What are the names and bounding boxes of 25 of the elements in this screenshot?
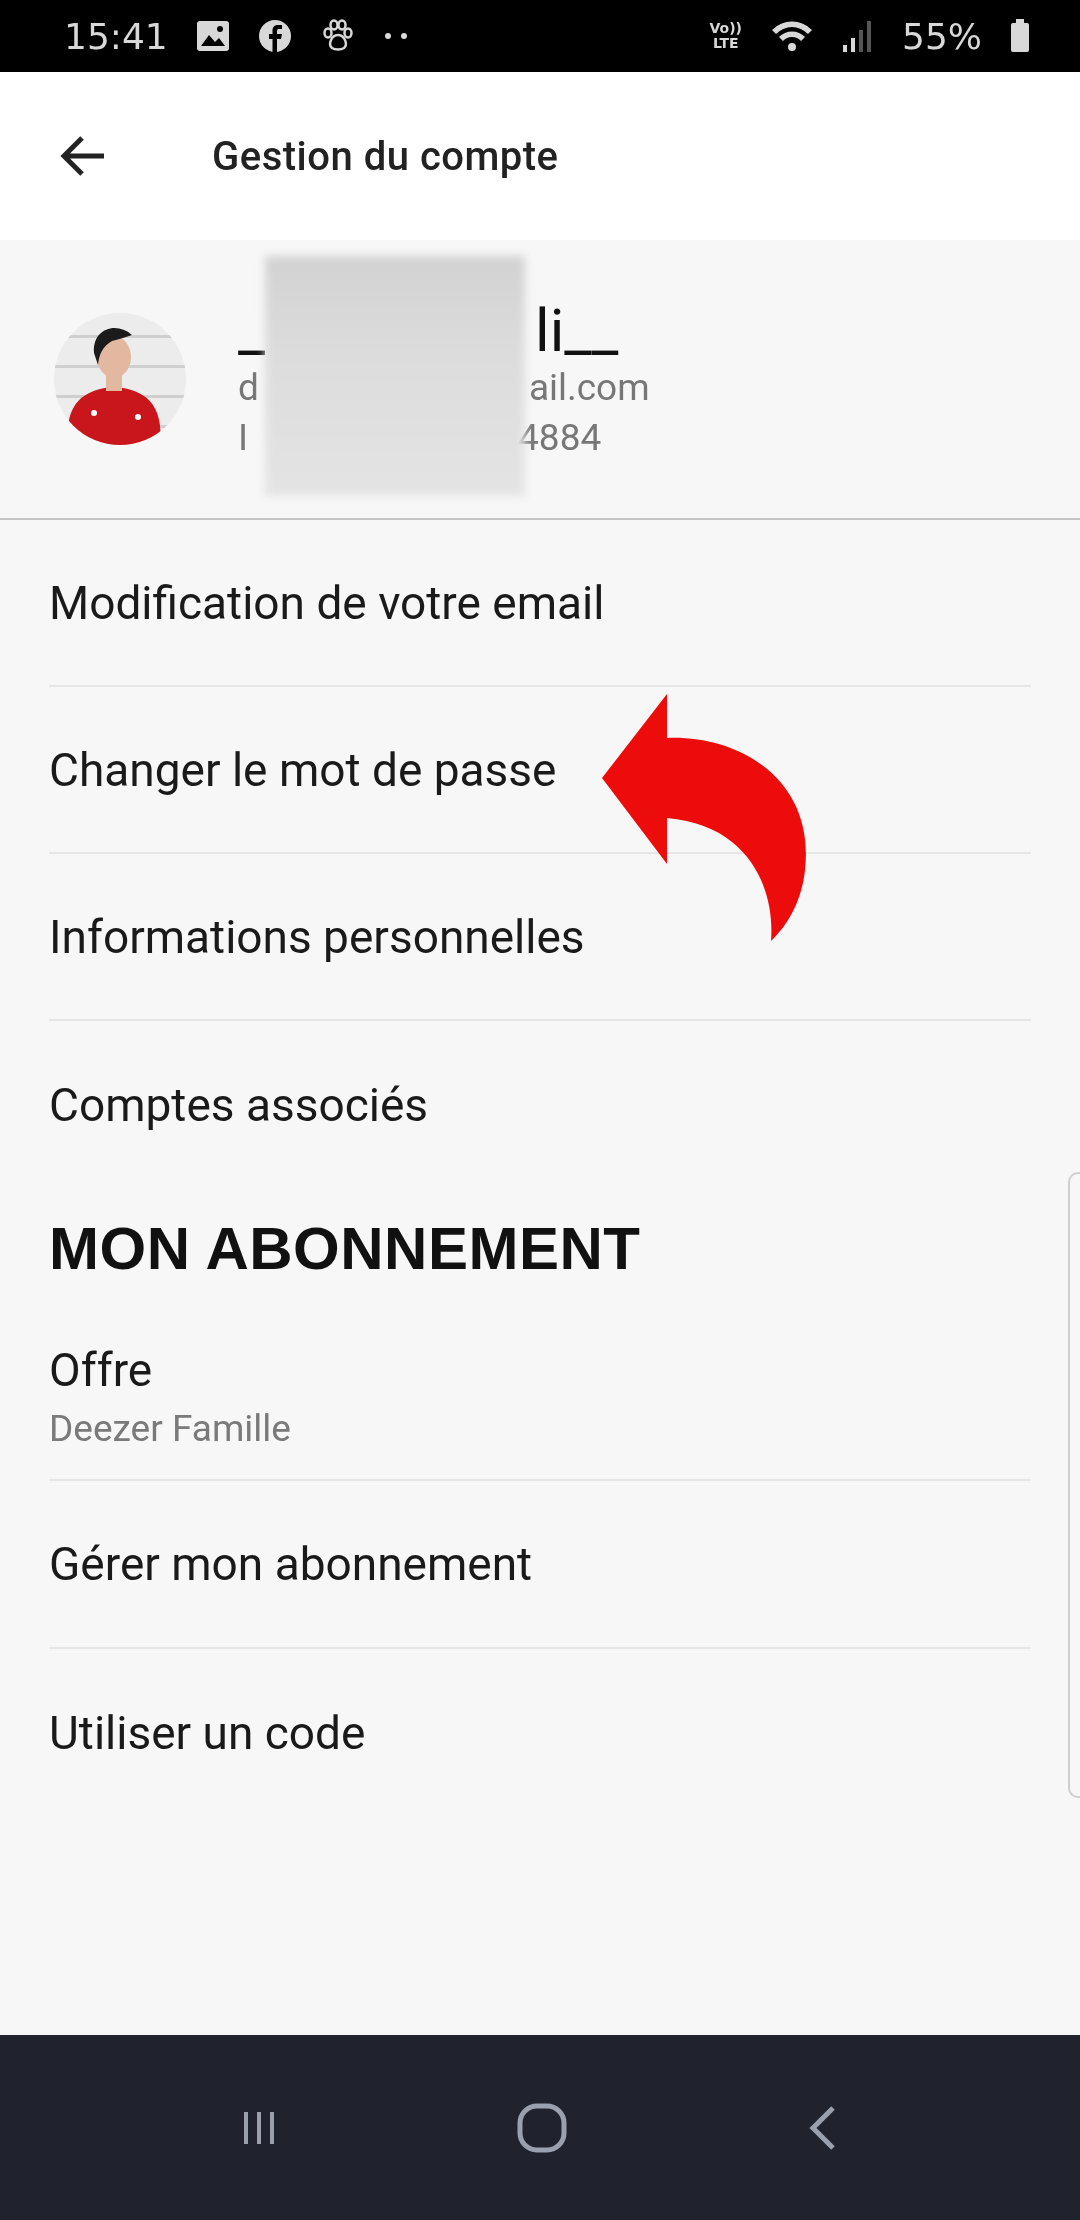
more-dots-icon xyxy=(383,32,408,40)
user-id-start: I xyxy=(238,415,249,461)
volte-label: Vo)) xyxy=(709,21,742,36)
menu-item[interactable]: Modification de votre email xyxy=(49,520,1031,687)
home-button[interactable] xyxy=(516,2101,568,2154)
wifi-icon xyxy=(770,19,814,53)
menu-item[interactable]: Gérer mon abonnement xyxy=(49,1481,1031,1649)
section-heading: MON ABONNEMENT xyxy=(49,1214,642,1283)
user-id-end: 4884 xyxy=(518,415,602,461)
email-end: ail.com xyxy=(528,365,650,411)
username-end: li__ xyxy=(535,299,619,363)
battery-percent: 55% xyxy=(902,15,982,57)
username-start: _ xyxy=(238,299,266,363)
circle-f-icon xyxy=(257,19,292,53)
menu-item[interactable]: Comptes associés xyxy=(49,1021,1031,1188)
lte-label: LTE xyxy=(712,36,739,51)
battery-icon xyxy=(1010,19,1030,53)
screen-title: Gestion du compte xyxy=(212,132,559,180)
menu-item[interactable]: Offre Deezer Famille xyxy=(49,1313,1031,1481)
email-start: d xyxy=(238,365,259,411)
status-time: 15:41 xyxy=(64,15,168,57)
plan-name: Deezer Famille xyxy=(49,1406,292,1450)
menu-item[interactable]: Utiliser un code xyxy=(49,1649,1031,1817)
signal-icon xyxy=(842,19,874,53)
gallery-icon xyxy=(195,20,230,52)
